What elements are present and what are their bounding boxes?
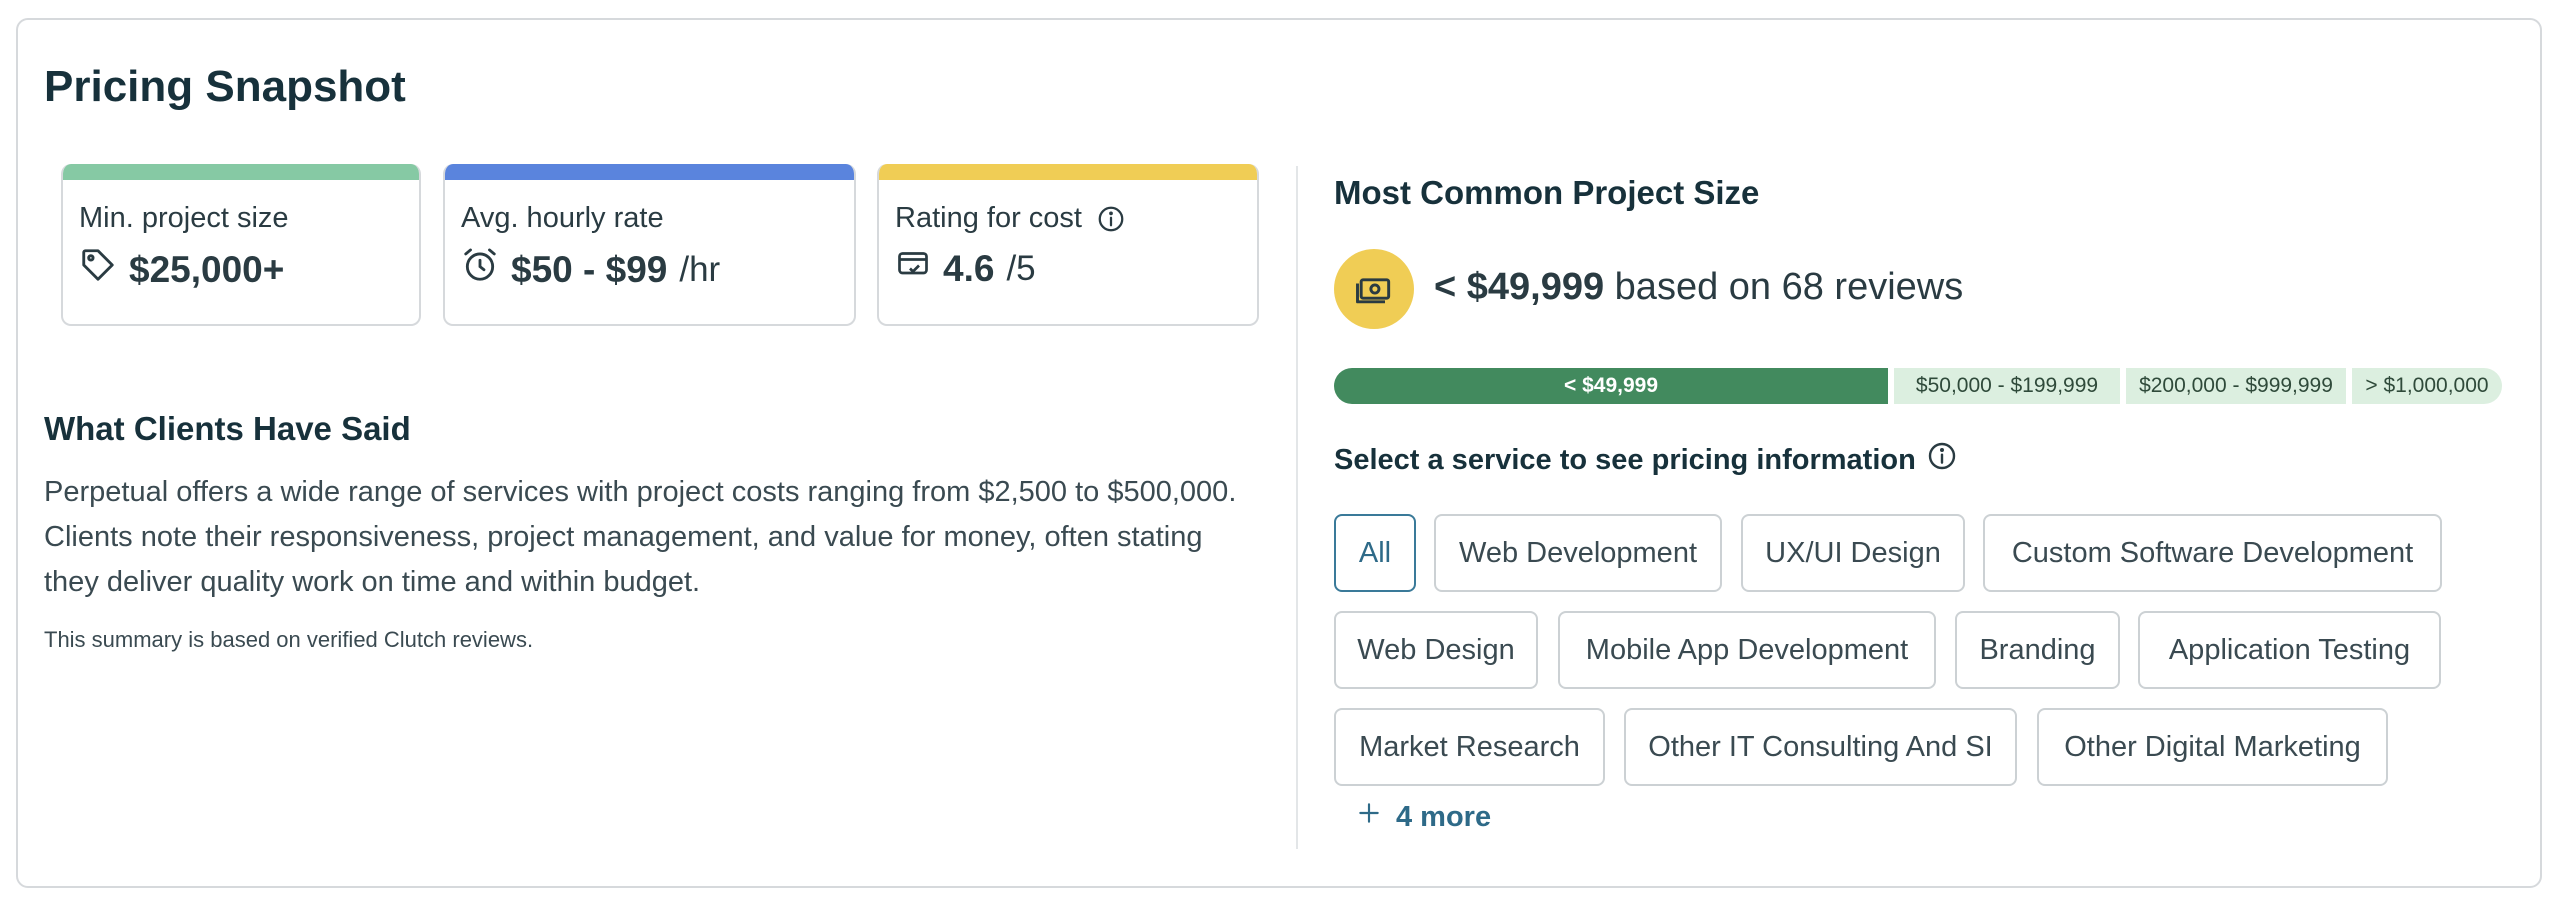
clients-summary: Perpetual offers a wide range of service… — [44, 476, 1237, 598]
project-size-heading: Most Common Project Size — [1334, 174, 1760, 211]
service-select-heading: Select a service to see pricing informat… — [1334, 440, 1958, 480]
stat-accent-bar — [63, 164, 419, 180]
project-size-bar: < $49,999 $50,000 - $199,999 $200,000 - … — [1334, 368, 2502, 404]
stat-unit: /hr — [679, 249, 721, 289]
service-chip[interactable]: Web Design — [1334, 611, 1538, 689]
stat-rating-for-cost: Rating for cost 4.6 /5 — [877, 164, 1259, 326]
service-chip-all[interactable]: All — [1334, 514, 1416, 592]
stat-value-text: 4.6 — [943, 247, 995, 289]
stat-accent-bar — [879, 164, 1257, 180]
stat-value: 4.6 /5 — [895, 246, 1036, 291]
service-chip[interactable]: Custom Software Development — [1983, 514, 2442, 592]
size-segment: < $49,999 — [1334, 368, 1888, 404]
page-title: Pricing Snapshot — [44, 62, 406, 111]
show-more-services-button[interactable]: 4 more — [1356, 800, 1491, 834]
service-chip[interactable]: UX/UI Design — [1741, 514, 1965, 592]
common-size-value: < $49,999 — [1434, 266, 1605, 308]
info-icon[interactable] — [1096, 204, 1126, 234]
stat-value: $25,000+ — [79, 246, 284, 293]
service-chip[interactable]: Mobile App Development — [1558, 611, 1936, 689]
credit-card-icon — [895, 246, 931, 291]
service-chip[interactable]: Other IT Consulting And SI — [1624, 708, 2017, 786]
stat-min-project-size: Min. project size $25,000+ — [61, 164, 421, 326]
section-divider — [1296, 166, 1298, 849]
stat-unit: /5 — [1006, 248, 1036, 288]
service-chip[interactable]: Other Digital Marketing — [2037, 708, 2388, 786]
stat-value-text: $25,000+ — [129, 248, 285, 290]
alarm-clock-icon — [461, 246, 499, 293]
service-chip[interactable]: Web Development — [1434, 514, 1722, 592]
service-chip[interactable]: Market Research — [1334, 708, 1605, 786]
info-icon[interactable] — [1926, 440, 1958, 480]
stat-avg-hourly-rate: Avg. hourly rate $50 - $99 /hr — [443, 164, 856, 326]
size-segment: $50,000 - $199,999 — [1894, 368, 2120, 404]
size-segment: > $1,000,000 — [2352, 368, 2502, 404]
money-icon — [1334, 249, 1414, 329]
show-more-label: 4 more — [1396, 800, 1492, 833]
common-project-size: < $49,999 based on 68 reviews — [1434, 266, 1963, 309]
service-select-text: Select a service to see pricing informat… — [1334, 443, 1916, 476]
stat-label: Avg. hourly rate — [461, 202, 664, 234]
plus-icon — [1356, 800, 1382, 834]
stat-label: Rating for cost — [895, 202, 1126, 235]
clients-heading: What Clients Have Said — [44, 410, 411, 447]
service-chip[interactable]: Application Testing — [2138, 611, 2441, 689]
stat-label: Min. project size — [79, 202, 289, 234]
stat-accent-bar — [445, 164, 854, 180]
stat-value-text: $50 - $99 — [511, 248, 668, 290]
service-chip[interactable]: Branding — [1955, 611, 2120, 689]
stat-label-text: Rating for cost — [895, 202, 1082, 234]
size-segment: $200,000 - $999,999 — [2126, 368, 2346, 404]
stat-value: $50 - $99 /hr — [461, 246, 720, 293]
price-tag-icon — [79, 246, 117, 293]
common-size-suffix: based on 68 reviews — [1614, 266, 1964, 308]
summary-note: This summary is based on verified Clutch… — [44, 627, 534, 652]
